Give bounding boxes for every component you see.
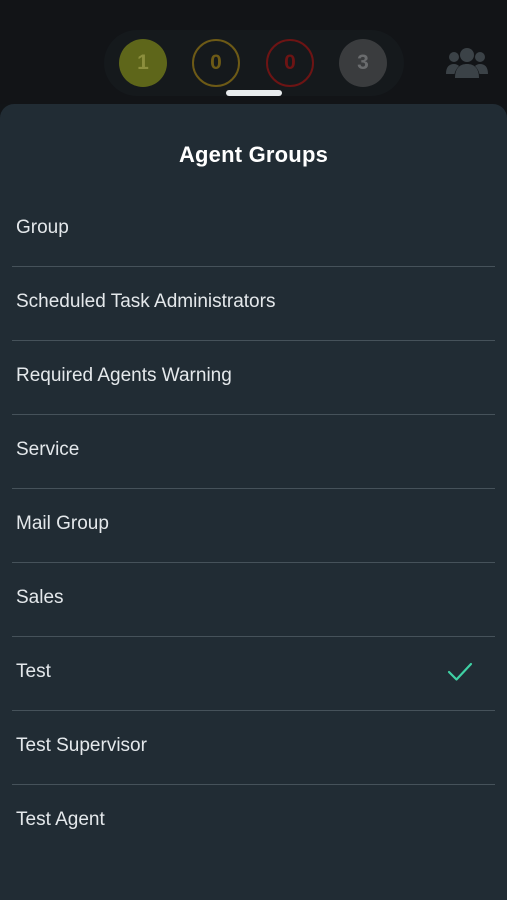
- list-item[interactable]: Test Supervisor: [12, 711, 495, 785]
- list-item-selected[interactable]: Test: [12, 637, 495, 711]
- list-item-label: Service: [16, 439, 80, 460]
- list-item-label: Test Supervisor: [16, 735, 147, 756]
- sheet-title: Agent Groups: [178, 142, 329, 167]
- list-item-label: Test: [16, 661, 51, 682]
- status-counter-busy[interactable]: 0: [266, 39, 314, 87]
- agent-groups-sheet: Agent Groups Group Scheduled Task Admini…: [0, 104, 507, 900]
- status-counter-value: 0: [210, 51, 222, 74]
- list-item-label: Scheduled Task Administrators: [16, 291, 276, 312]
- status-bar: 1 0 0 3: [0, 0, 507, 104]
- status-counter-available[interactable]: 1: [119, 39, 167, 87]
- status-counter-pending[interactable]: 0: [192, 39, 240, 87]
- list-item[interactable]: Scheduled Task Administrators: [12, 267, 495, 341]
- list-item-label: Sales: [16, 587, 64, 608]
- list-item-label: Required Agents Warning: [16, 365, 232, 386]
- status-counter-value: 1: [137, 51, 149, 74]
- list-item[interactable]: Test Agent: [12, 785, 495, 858]
- status-counter-value: 3: [357, 51, 369, 74]
- list-item[interactable]: Service: [12, 415, 495, 489]
- list-item[interactable]: Mail Group: [12, 489, 495, 563]
- status-counter-value: 0: [284, 51, 296, 74]
- people-group-icon[interactable]: [446, 46, 488, 78]
- screen: 1 0 0 3 Agent Groups Group Scheduled Tas…: [0, 0, 507, 900]
- list-item-label: Mail Group: [16, 513, 109, 534]
- list-item[interactable]: Group: [12, 193, 495, 267]
- list-item-label: Test Agent: [16, 809, 105, 830]
- list-item[interactable]: Required Agents Warning: [12, 341, 495, 415]
- list-item-label: Group: [16, 217, 69, 238]
- agent-group-list: Group Scheduled Task Administrators Requ…: [0, 193, 507, 858]
- sheet-drag-handle[interactable]: [226, 90, 282, 96]
- checkmark-icon: [447, 662, 473, 681]
- status-counter-offline[interactable]: 3: [339, 39, 387, 87]
- list-item[interactable]: Sales: [12, 563, 495, 637]
